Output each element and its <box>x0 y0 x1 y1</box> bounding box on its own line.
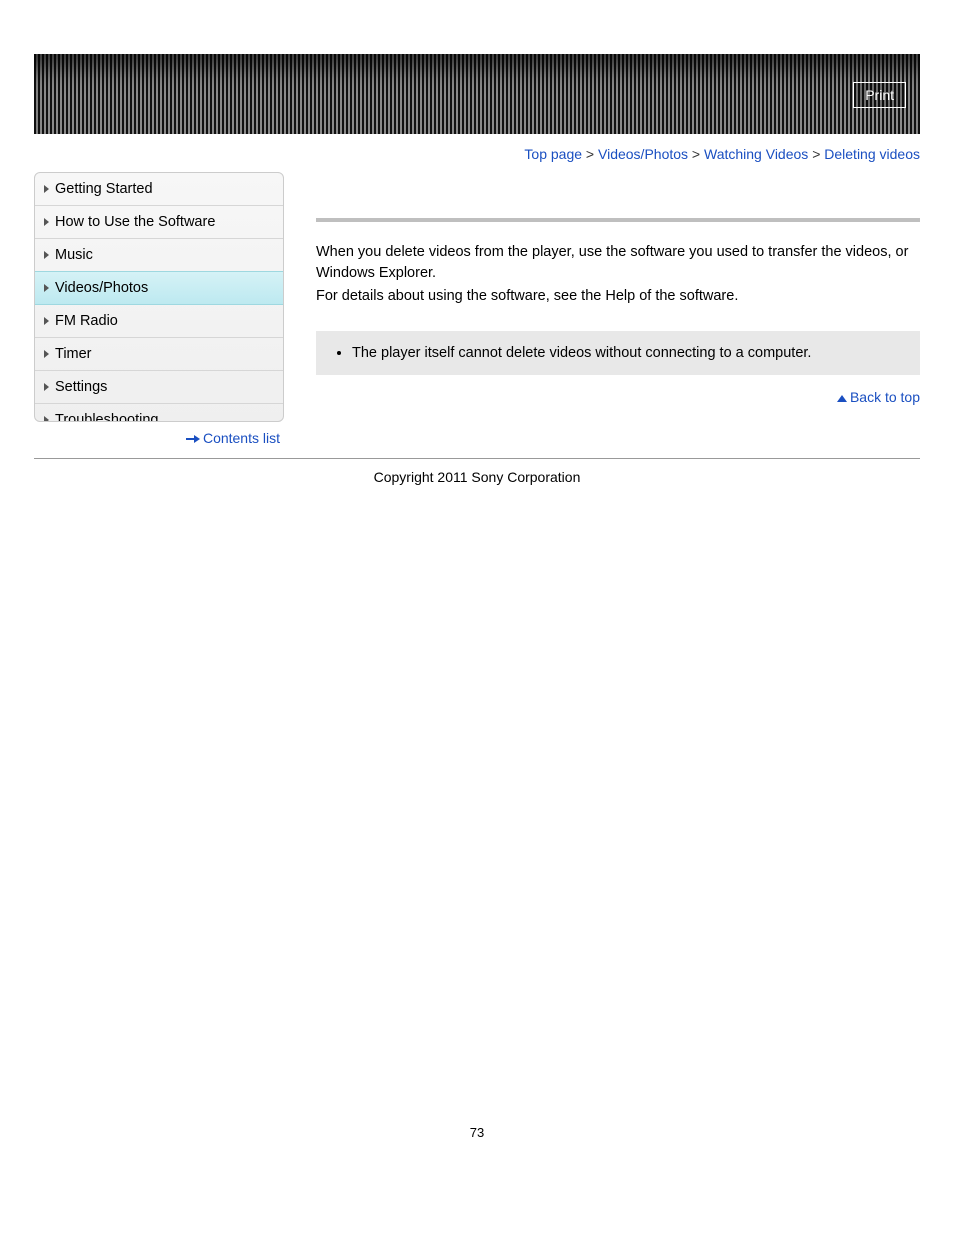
breadcrumb-sep: > <box>586 146 594 162</box>
breadcrumb: Top page > Videos/Photos > Watching Vide… <box>34 134 920 172</box>
main-content: When you delete videos from the player, … <box>284 172 920 405</box>
note-box: The player itself cannot delete videos w… <box>316 331 920 375</box>
breadcrumb-sep: > <box>812 146 820 162</box>
sidebar-item[interactable]: Timer <box>35 338 283 371</box>
breadcrumb-link-watching-videos[interactable]: Watching Videos <box>704 146 808 162</box>
breadcrumb-current: Deleting videos <box>824 146 920 162</box>
back-to-top-link[interactable]: Back to top <box>850 389 920 405</box>
sidebar-item[interactable]: Videos/Photos <box>35 271 283 305</box>
breadcrumb-link-top[interactable]: Top page <box>524 146 582 162</box>
sidebar-item[interactable]: Getting Started <box>35 173 283 206</box>
contents-list-link[interactable]: Contents list <box>203 430 280 446</box>
sidebar-item[interactable]: FM Radio <box>35 305 283 338</box>
sidebar-item[interactable]: Troubleshooting <box>35 404 283 422</box>
breadcrumb-link-videos-photos[interactable]: Videos/Photos <box>598 146 688 162</box>
note-item: The player itself cannot delete videos w… <box>352 345 902 361</box>
print-button[interactable]: Print <box>853 82 906 108</box>
content-paragraph: For details about using the software, se… <box>316 286 920 307</box>
arrow-right-icon <box>186 435 200 443</box>
page-number: 73 <box>0 1125 954 1160</box>
triangle-up-icon <box>837 395 847 402</box>
sidebar-nav: Getting StartedHow to Use the SoftwareMu… <box>34 172 284 422</box>
breadcrumb-sep: > <box>692 146 700 162</box>
sidebar-item[interactable]: How to Use the Software <box>35 206 283 239</box>
page-header: Print <box>34 54 920 134</box>
content-divider <box>316 218 920 222</box>
content-paragraph: When you delete videos from the player, … <box>316 242 920 284</box>
sidebar-item[interactable]: Music <box>35 239 283 272</box>
copyright-text: Copyright 2011 Sony Corporation <box>34 459 920 495</box>
sidebar-item[interactable]: Settings <box>35 371 283 404</box>
